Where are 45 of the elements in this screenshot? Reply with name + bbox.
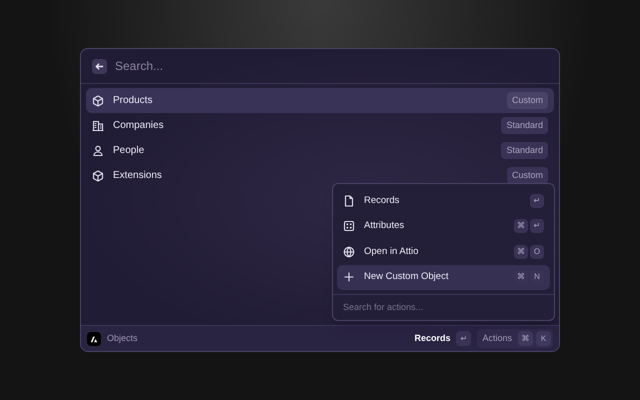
object-row[interactable]: People Standard — [86, 138, 554, 163]
action-label: New Custom Object — [364, 270, 448, 284]
back-arrow-icon — [95, 62, 104, 70]
key-hint: ⌘ — [514, 244, 528, 259]
key-hint: O — [530, 244, 544, 259]
action-label: Records — [364, 194, 400, 208]
actions-button[interactable]: Actions ⌘ K — [477, 329, 553, 348]
key-hint: ⌘ — [514, 270, 528, 284]
app-logo-icon — [87, 332, 101, 346]
records-button[interactable]: Records ↵ — [414, 331, 472, 346]
grid-icon — [343, 220, 355, 232]
key-hint: ⌘ — [518, 331, 533, 346]
object-label: Extensions — [113, 169, 162, 183]
back-button[interactable] — [92, 58, 107, 74]
globe-icon — [343, 246, 355, 258]
type-badge: Standard — [501, 116, 548, 134]
object-label: People — [113, 144, 144, 158]
key-hint: ↵ — [456, 331, 472, 346]
type-badge: Custom — [506, 92, 548, 110]
action-label: Attributes — [364, 219, 404, 234]
action-item[interactable]: New Custom Object ⌘ N — [337, 264, 550, 290]
building-icon — [92, 120, 104, 132]
object-row[interactable]: Products Custom — [86, 88, 554, 113]
context-label: Objects — [107, 332, 138, 345]
object-label: Products — [113, 94, 152, 108]
actions-search-field[interactable]: Search for actions... — [343, 300, 544, 314]
file-icon — [343, 194, 355, 207]
key-hint: ⌘ — [514, 219, 528, 234]
key-hint: N — [530, 270, 544, 284]
action-item[interactable]: Open in Attio ⌘ O — [337, 239, 550, 264]
action-item[interactable]: Records ↵ — [337, 188, 550, 214]
action-item[interactable]: Attributes ⌘ ↵ — [337, 214, 550, 239]
object-row[interactable]: Companies Standard — [86, 113, 554, 138]
key-hint: K — [536, 331, 551, 346]
type-badge: Standard — [501, 142, 548, 160]
person-icon — [92, 144, 104, 156]
cube-icon — [92, 94, 104, 106]
plus-icon — [343, 271, 355, 284]
search-field[interactable]: Search... — [115, 57, 548, 75]
type-badge: Custom — [506, 166, 548, 184]
cube-icon — [92, 170, 104, 182]
key-hint: ↵ — [530, 219, 544, 234]
key-hint: ↵ — [530, 194, 544, 208]
action-label: Open in Attio — [364, 244, 418, 259]
object-label: Companies — [113, 119, 164, 133]
